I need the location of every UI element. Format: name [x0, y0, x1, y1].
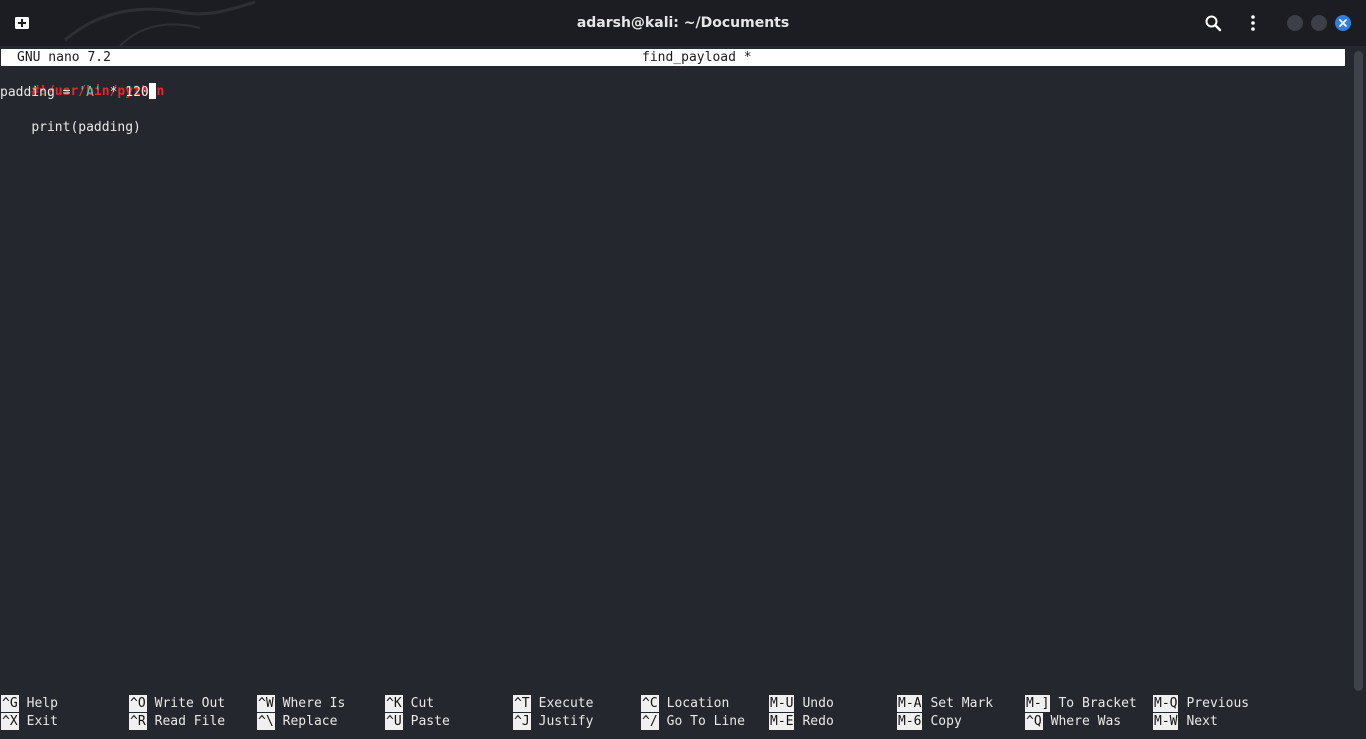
shortcut-label: Read File: [154, 714, 226, 729]
shortcut-key: ^X: [1, 713, 19, 730]
shortcut-key: ^Q: [1025, 713, 1043, 730]
shortcut-write-out[interactable]: ^O Write Out: [129, 695, 225, 713]
shortcut-redo[interactable]: M-E Redo: [769, 713, 834, 731]
shortcut-go-to-line[interactable]: ^/ Go To Line: [641, 713, 745, 731]
editor-line-3[interactable]: print(padding): [0, 101, 141, 135]
shortcut-help[interactable]: ^G Help: [1, 695, 58, 713]
shortcut-undo[interactable]: M-U Undo: [769, 695, 834, 713]
shortcut-exit[interactable]: ^X Exit: [1, 713, 58, 731]
shortcut-key: M-A: [897, 695, 923, 712]
shortcut-key: M-U: [769, 695, 795, 712]
text-cursor: [148, 83, 156, 99]
shortcut-key: ^J: [513, 713, 531, 730]
terminal-area[interactable]: GNU nano 7.2 find_payload * #!/usr/bin/p…: [0, 46, 1366, 739]
shortcut-key: M-Q: [1153, 695, 1179, 712]
shortcut-paste[interactable]: ^U Paste: [385, 713, 450, 731]
editor-line-1[interactable]: #!/usr/bin/python: [0, 65, 164, 99]
shortcut-key: ^/: [641, 713, 659, 730]
shortcut-label: To Bracket: [1058, 696, 1137, 711]
shortcut-key: M-W: [1153, 713, 1179, 730]
shortcut-key: ^O: [129, 695, 147, 712]
shortcut-label: Cut: [410, 696, 435, 711]
shortcut-label: Exit: [26, 714, 58, 729]
shortcut-label: Previous: [1186, 696, 1250, 711]
editor-line-2[interactable]: padding = 'A' * 120: [0, 83, 156, 101]
shortcut-previous[interactable]: M-Q Previous: [1153, 695, 1249, 713]
shortcut-key: ^U: [385, 713, 403, 730]
search-icon[interactable]: [1203, 13, 1223, 33]
kebab-menu-icon[interactable]: [1243, 13, 1263, 33]
shortcut-key: ^W: [257, 695, 275, 712]
shortcut-key: ^R: [129, 713, 147, 730]
shortcut-label: Set Mark: [930, 696, 994, 711]
shortcut-label: Copy: [930, 714, 962, 729]
shortcut-key: ^G: [1, 695, 19, 712]
shortcut-replace[interactable]: ^\ Replace: [257, 713, 337, 731]
code-text: print(padding): [31, 120, 141, 135]
shortcut-key: ^T: [513, 695, 531, 712]
shortcut-key: M-6: [897, 713, 923, 730]
shortcut-key: M-E: [769, 713, 795, 730]
shortcut-read-file[interactable]: ^R Read File: [129, 713, 225, 731]
shortcut-justify[interactable]: ^J Justify: [513, 713, 593, 731]
shortcut-key: ^C: [641, 695, 659, 712]
nano-filename: find_payload *: [642, 50, 752, 65]
shortcut-label: Write Out: [154, 696, 226, 711]
shortcut-key: M-]: [1025, 695, 1051, 712]
scrollbar[interactable]: [1354, 51, 1363, 691]
minimize-button[interactable]: [1287, 15, 1303, 31]
shortcut-label: Undo: [802, 696, 834, 711]
shortcut-key: ^K: [385, 695, 403, 712]
shortcut-label: Where Was: [1050, 714, 1122, 729]
shortcut-label: Go To Line: [666, 714, 745, 729]
shortcut-label: Help: [26, 696, 58, 711]
shortcut-label: Paste: [410, 714, 450, 729]
maximize-button[interactable]: [1311, 15, 1327, 31]
code-text: padding =: [0, 85, 79, 100]
shortcut-label: Replace: [282, 714, 338, 729]
shortcut-to-bracket[interactable]: M-] To Bracket: [1025, 695, 1137, 713]
shortcut-cut[interactable]: ^K Cut: [385, 695, 434, 713]
shortcut-label: Next: [1186, 714, 1218, 729]
string-literal: 'A': [78, 85, 102, 100]
window-titlebar: adarsh@kali: ~/Documents: [0, 0, 1366, 46]
shortcut-label: Redo: [802, 714, 834, 729]
shortcut-where-is[interactable]: ^W Where Is: [257, 695, 345, 713]
nano-header-bar: GNU nano 7.2 find_payload *: [1, 49, 1345, 66]
shortcut-next[interactable]: M-W Next: [1153, 713, 1218, 731]
window-title: adarsh@kali: ~/Documents: [576, 15, 790, 31]
nano-version: GNU nano 7.2: [17, 50, 111, 65]
shortcut-location[interactable]: ^C Location: [641, 695, 729, 713]
code-text: * 120: [101, 85, 149, 100]
shortcut-label: Location: [666, 696, 730, 711]
shortcut-execute[interactable]: ^T Execute: [513, 695, 593, 713]
close-button[interactable]: [1335, 15, 1351, 31]
shortcut-key: ^\: [257, 713, 275, 730]
close-icon: [1339, 19, 1347, 27]
shortcut-label: Where Is: [282, 696, 346, 711]
shortcut-label: Justify: [538, 714, 594, 729]
shortcut-set-mark[interactable]: M-A Set Mark: [897, 695, 993, 713]
shortcut-label: Execute: [538, 696, 594, 711]
shortcut-where-was[interactable]: ^Q Where Was: [1025, 713, 1121, 731]
shortcut-copy[interactable]: M-6 Copy: [897, 713, 962, 731]
